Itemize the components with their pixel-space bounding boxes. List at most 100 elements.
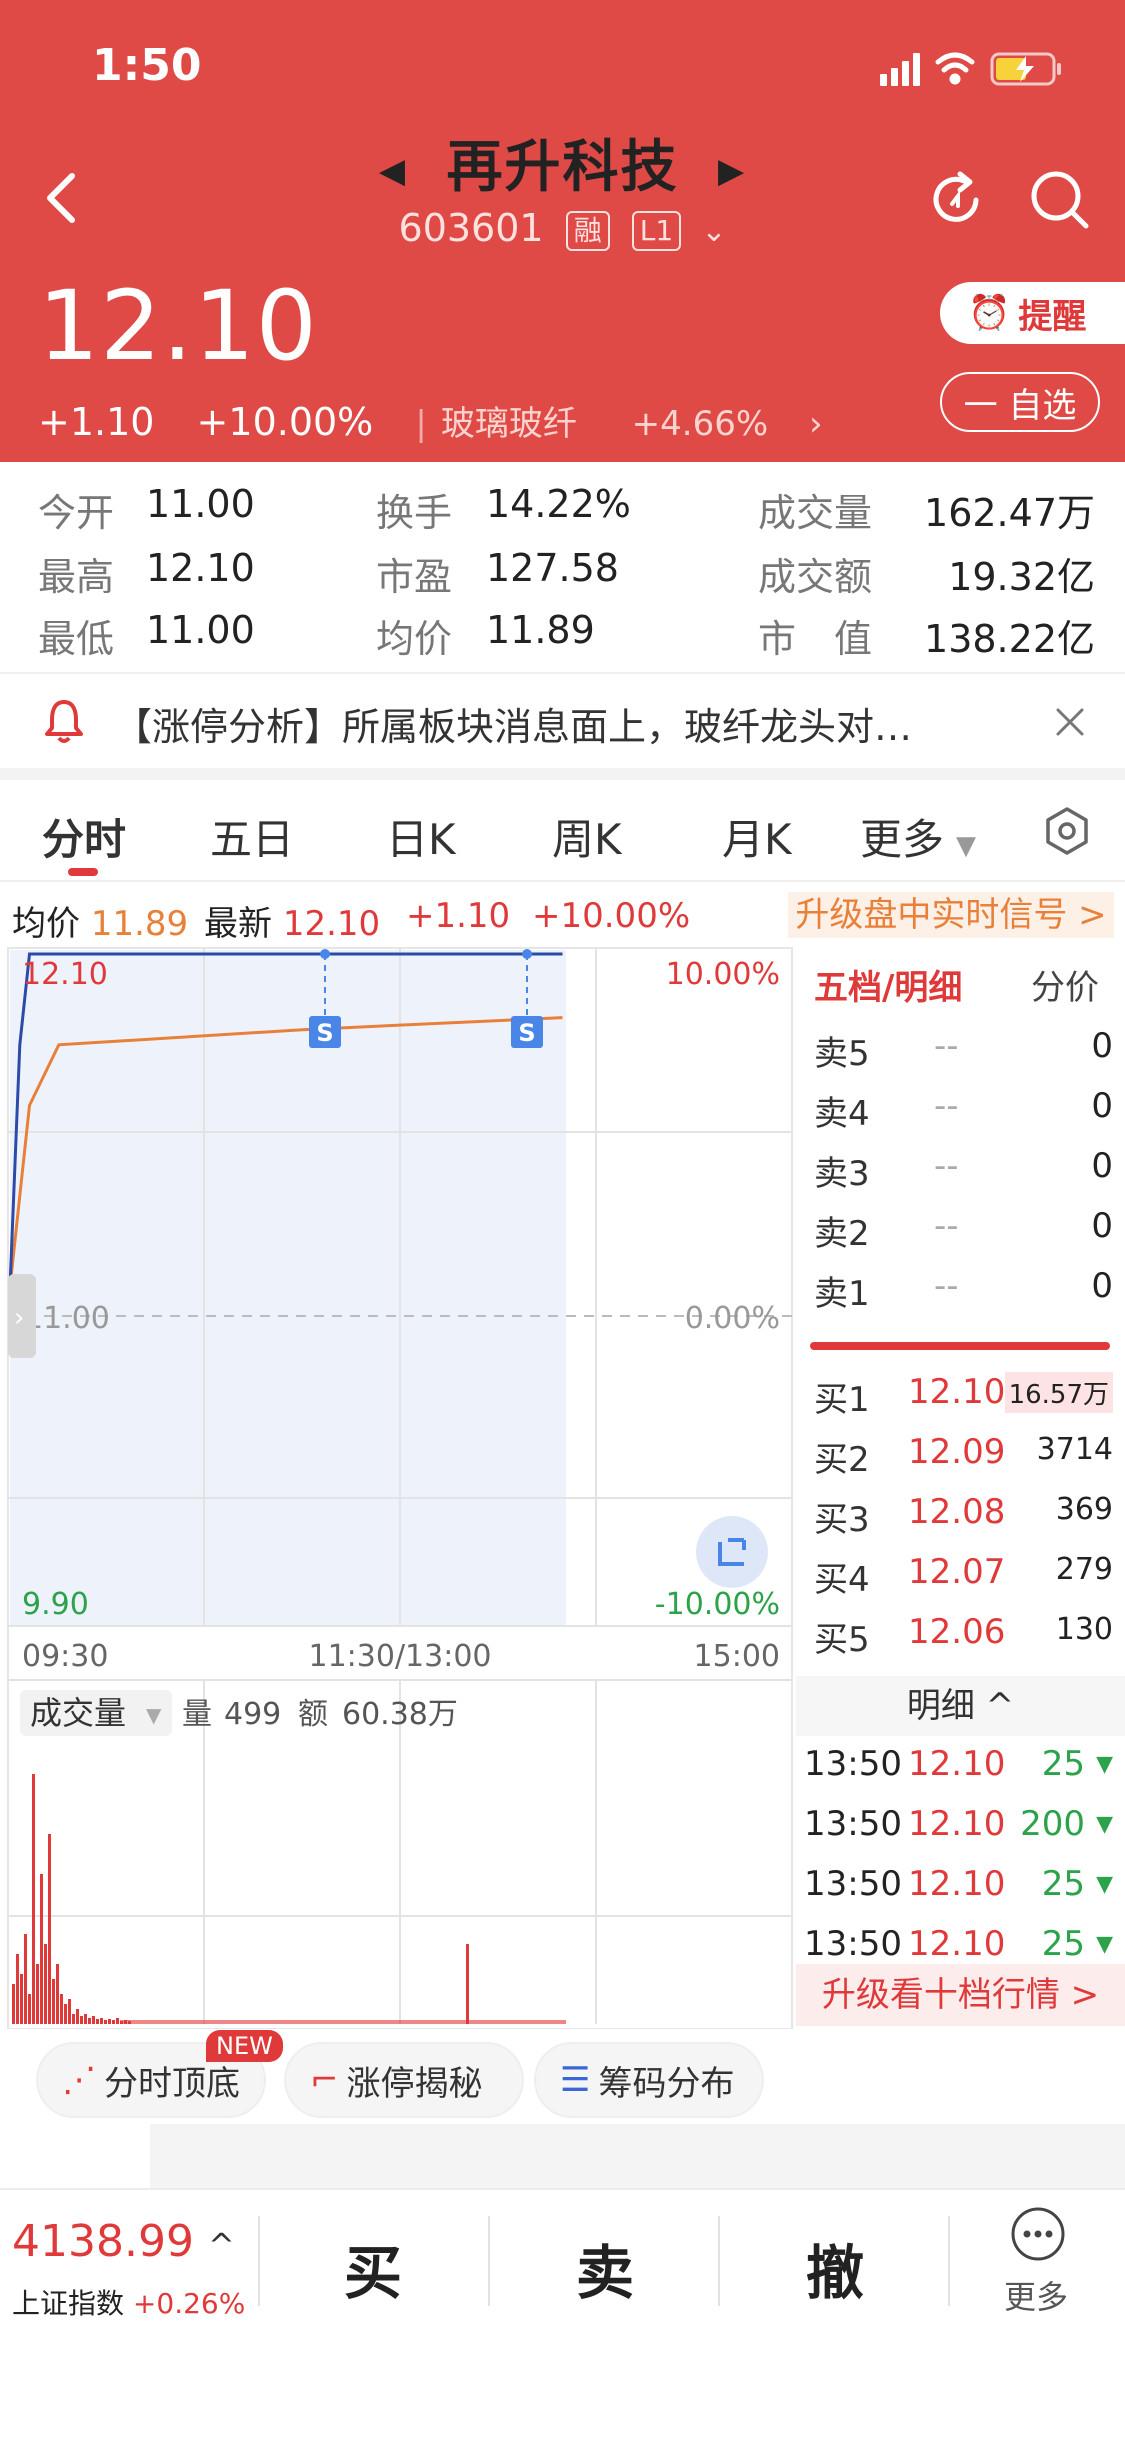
volume-bar [108, 2019, 111, 2024]
tick-volume: 25 [1041, 1864, 1085, 1904]
avg-label: 均价 [376, 617, 453, 661]
more-icon[interactable] [1010, 2206, 1066, 2262]
ask-label: 卖3 [814, 1154, 870, 1194]
next-stock-icon[interactable]: ▶ [718, 151, 746, 191]
watchlist-button[interactable]: 一 自选 [940, 372, 1100, 432]
bid-volume: 3714 [1036, 1432, 1113, 1467]
price-axis-top: 12.10 [22, 957, 108, 992]
current-price: 12.10 [38, 270, 318, 382]
spread-divider [810, 1342, 1110, 1350]
volume-bar [104, 2020, 107, 2024]
sector-change: +4.66% [631, 404, 769, 444]
volume-bar [64, 2004, 67, 2024]
prev-stock-icon[interactable]: ◀ [379, 151, 407, 191]
new-badge: NEW [206, 2030, 283, 2062]
tab-more[interactable]: 更多 ▼ [860, 806, 976, 867]
bid-label: 买5 [814, 1620, 870, 1660]
tab-five-day[interactable]: 五日 [210, 806, 294, 867]
tab-weekly-k[interactable]: 周K [552, 806, 622, 867]
low-value: 11.00 [146, 608, 255, 652]
ask-row: 卖1 -- 0 [796, 1266, 1125, 1326]
volume-bar [52, 1979, 55, 2024]
settings-icon[interactable] [1044, 806, 1090, 856]
turnover-value: 14.22% [486, 482, 631, 526]
avg-line-label-text: 均价 [12, 904, 80, 944]
pe-value: 127.58 [486, 546, 619, 590]
tab-monthly-k[interactable]: 月K [722, 806, 792, 867]
avg-line-label: 均价 11.89 [12, 896, 188, 945]
volume-label: 成交量 [758, 491, 873, 535]
index-value-row[interactable]: 4138.99 ^ [12, 2216, 235, 2267]
stock-code: 603601 [398, 206, 544, 250]
divider [258, 2216, 260, 2306]
time-start: 09:30 [22, 1639, 108, 1674]
volume-bar [76, 2009, 79, 2024]
sell-button[interactable]: 卖 [576, 2226, 634, 2310]
price-distribution-tab[interactable]: 分价 [1031, 960, 1099, 1009]
volume-bar [80, 2016, 83, 2024]
quote-change-pct: +10.00% [532, 896, 691, 936]
order-book-title[interactable]: 五档/明细 [814, 960, 962, 1009]
down-arrow-icon: ▼ [1096, 1932, 1113, 1957]
ask-row: 卖3 -- 0 [796, 1146, 1125, 1206]
intraday-chart[interactable]: S S 12.10 10.00% 11.00 0.00% 9.90 -10.00… [0, 944, 796, 2029]
chevron-down-icon[interactable]: ⌄ [701, 214, 726, 249]
remind-button[interactable]: ⏰ 提醒 [940, 282, 1125, 344]
bid-row: 买1 12.10 16.57万 [796, 1372, 1125, 1432]
refresh-icon[interactable] [924, 168, 988, 232]
cancel-order-button[interactable]: 撤 [806, 2226, 864, 2310]
tool-label: 涨停揭秘 [346, 2063, 483, 2104]
chart-tabs: 分时 五日 日K 周K 月K 更多 ▼ [0, 780, 1125, 882]
tab-daily-k[interactable]: 日K [386, 806, 456, 867]
s-marker-label: S [518, 1019, 535, 1047]
pct-axis-top: 10.00% [666, 957, 780, 992]
latest-line-label: 最新 12.10 [204, 896, 380, 945]
upgrade-signal-button[interactable]: 升级盘中实时信号 > [788, 892, 1114, 938]
upgrade-ten-level-button[interactable]: 升级看十档行情 > [796, 1964, 1125, 2026]
volume-bar [68, 1999, 71, 2024]
bid-price: 12.07 [908, 1552, 1006, 1592]
volume-bar [32, 1774, 35, 2024]
status-icons [880, 52, 1061, 86]
sector-name: 玻璃玻纤 [440, 404, 577, 444]
bid-price: 12.08 [908, 1492, 1006, 1532]
ask-price: -- [934, 1026, 959, 1066]
vol-label: 量 [182, 1697, 212, 1732]
close-icon[interactable] [1054, 706, 1086, 738]
amount-value: 19.32亿 [948, 555, 1095, 599]
sector-link[interactable]: | 玻璃玻纤 +4.66% › [415, 404, 852, 444]
bid-volume: 369 [1055, 1492, 1113, 1527]
news-banner[interactable]: 【涨停分析】所属板块消息面上，玻纤龙头对… [0, 672, 1125, 770]
order-book-header: 五档/明细 分价 [796, 960, 1125, 1020]
amount-label: 成交额 [758, 555, 873, 599]
stats-row-1: 今开 11.00 换手 14.22% 成交量 162.47万 [0, 482, 1125, 546]
index-value: 4138.99 [12, 2216, 194, 2267]
chip-distribution-button[interactable]: ☰ 筹码分布 [534, 2042, 764, 2118]
pe-label: 市盈 [376, 555, 453, 599]
more-label[interactable]: 更多 [1004, 2272, 1068, 2318]
bid-volume: 16.57万 [1004, 1372, 1113, 1413]
ask-volume: 0 [1091, 1026, 1113, 1066]
volume-bar [112, 2020, 115, 2024]
detail-toggle[interactable]: 明细 ^ [796, 1676, 1125, 1736]
limit-up-reveal-button[interactable]: ⌐ 涨停揭秘 [284, 2042, 524, 2118]
time-mid: 11:30/13:00 [308, 1639, 491, 1674]
turnover-label: 换手 [376, 491, 453, 535]
search-icon[interactable] [1028, 168, 1092, 232]
tool-label: 筹码分布 [598, 2063, 735, 2104]
quote-change: +1.10 [406, 896, 511, 936]
volume-bar [44, 1944, 47, 2024]
volume-bar [20, 1974, 23, 2024]
tab-intraday[interactable]: 分时 [42, 806, 126, 867]
content-strip [150, 2124, 1125, 2188]
time-end: 15:00 [694, 1639, 780, 1674]
volume-bar [72, 2014, 75, 2024]
trend-icon: ⋰ [62, 2060, 96, 2100]
bid-price: 12.06 [908, 1612, 1006, 1652]
buy-button[interactable]: 买 [344, 2226, 402, 2310]
ask-price: -- [934, 1206, 959, 1246]
bid-row: 买4 12.07 279 [796, 1552, 1125, 1612]
expand-icon[interactable] [696, 1516, 768, 1588]
stock-name: 再升科技 [446, 135, 679, 200]
bid-row: 买3 12.08 369 [796, 1492, 1125, 1552]
